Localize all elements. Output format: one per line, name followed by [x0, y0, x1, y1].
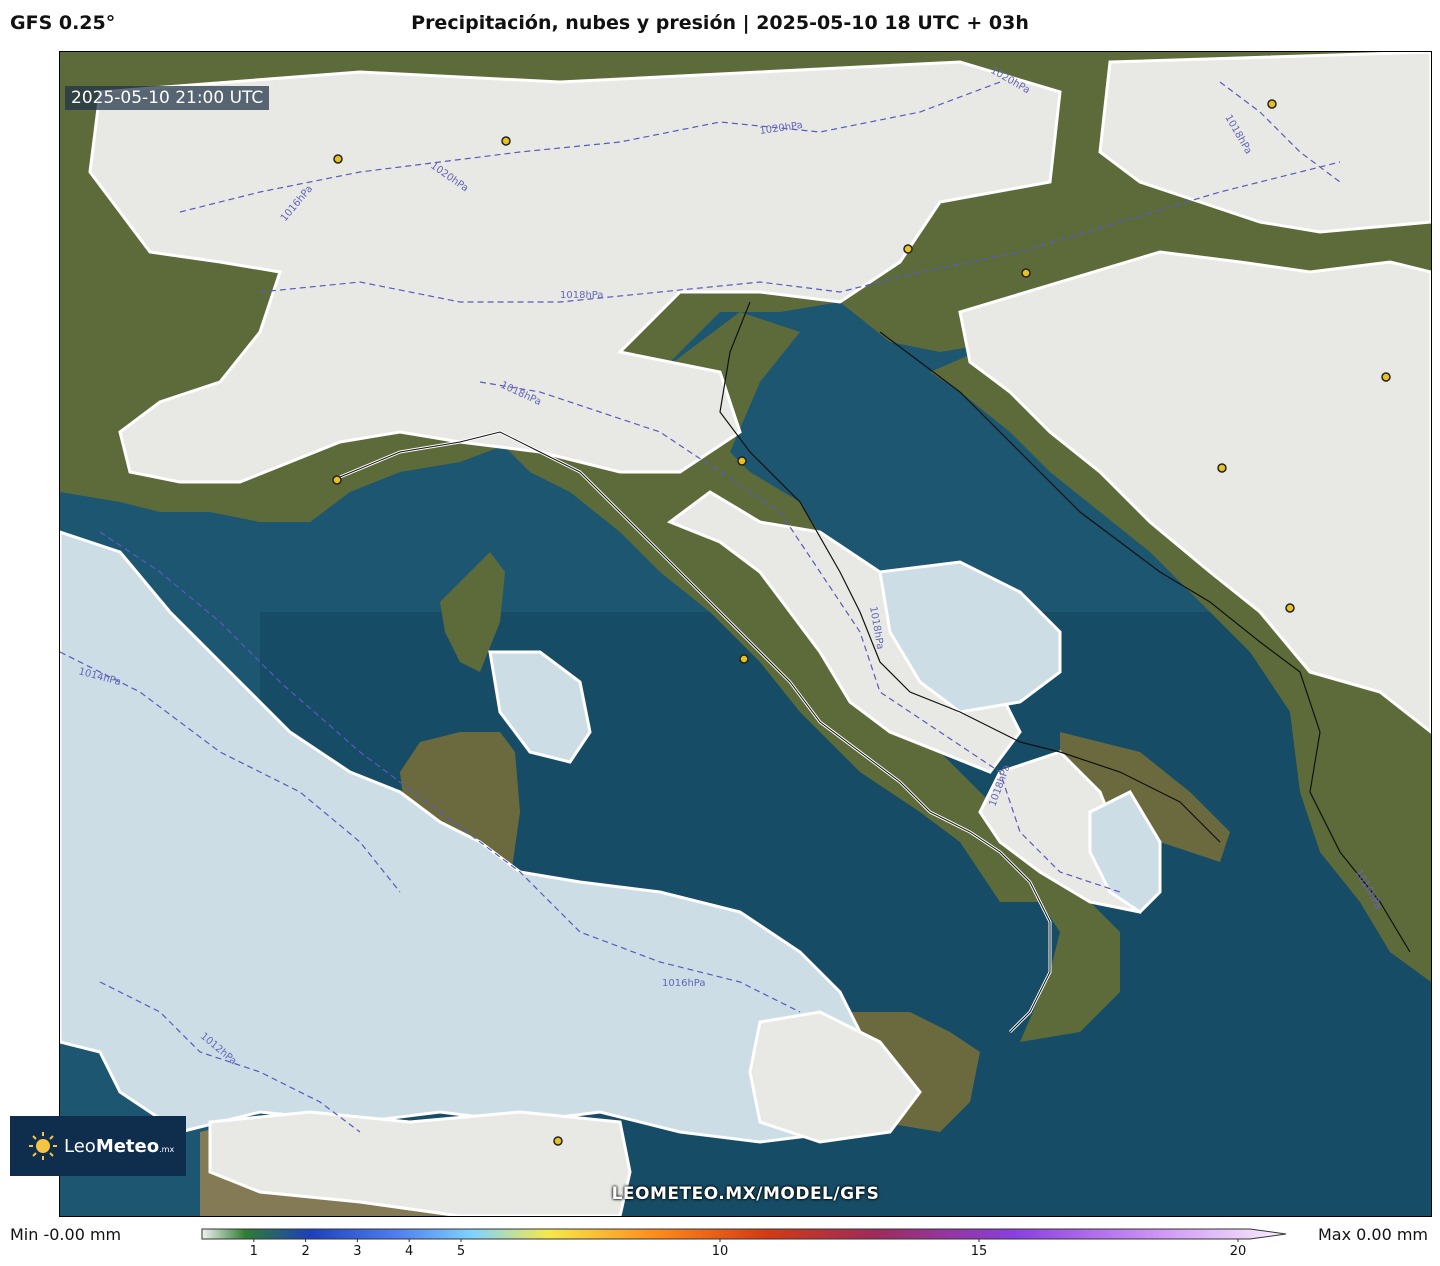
city-marker: [1217, 463, 1227, 473]
colorbar-tick-label: 3: [353, 1244, 361, 1258]
city-marker: [903, 244, 913, 254]
chart-title: Precipitación, nubes y presión | 2025-05…: [411, 12, 1029, 34]
city-marker: [739, 654, 749, 664]
min-value-label: Min -0.00 mm: [10, 1225, 122, 1244]
city-marker: [501, 136, 511, 146]
map-canvas: 1020hPa 1020hPa 1018hPa 1016hPa 1020hPa …: [60, 52, 1431, 1216]
colorbar-tick-label: 5: [457, 1244, 465, 1258]
isobar-label: 1018hPa: [560, 290, 604, 301]
city-marker: [1381, 372, 1391, 382]
colorbar-tick-label: 10: [712, 1244, 729, 1258]
city-marker: [737, 456, 747, 466]
city-marker: [333, 154, 343, 164]
city-marker: [1021, 268, 1031, 278]
weather-map[interactable]: 1020hPa 1020hPa 1018hPa 1016hPa 1020hPa …: [59, 51, 1432, 1217]
max-value-label: Max 0.00 mm: [1317, 1225, 1428, 1244]
city-marker: [553, 1136, 563, 1146]
city-marker: [1285, 603, 1295, 613]
colorbar-tick-label: 15: [971, 1244, 988, 1258]
watermark-url: LEOMETEO.MX/MODEL/GFS: [611, 1184, 880, 1204]
colorbar-tick-label: 4: [405, 1244, 413, 1258]
leometeo-logo[interactable]: LeoMeteo.mx: [10, 1116, 186, 1176]
city-marker: [1267, 99, 1277, 109]
colorbar-tick-label: 20: [1230, 1244, 1247, 1258]
city-marker: [332, 475, 342, 485]
sun-icon: [29, 1132, 57, 1160]
colorbar-ticks: 1 2 3 4 5 10 15 20: [250, 1239, 1247, 1258]
precipitation-colorbar: 1 2 3 4 5 10 15 20: [201, 1228, 1287, 1258]
colorbar-bar: [201, 1228, 1287, 1240]
logo-wordmark: LeoMeteo.mx: [64, 1135, 175, 1157]
colorbar-tick-label: 2: [301, 1244, 309, 1258]
colorbar-tick-label: 1: [250, 1244, 258, 1258]
valid-time-label: 2025-05-10 21:00 UTC: [65, 86, 270, 110]
isobar-label: 1016hPa: [662, 978, 706, 989]
